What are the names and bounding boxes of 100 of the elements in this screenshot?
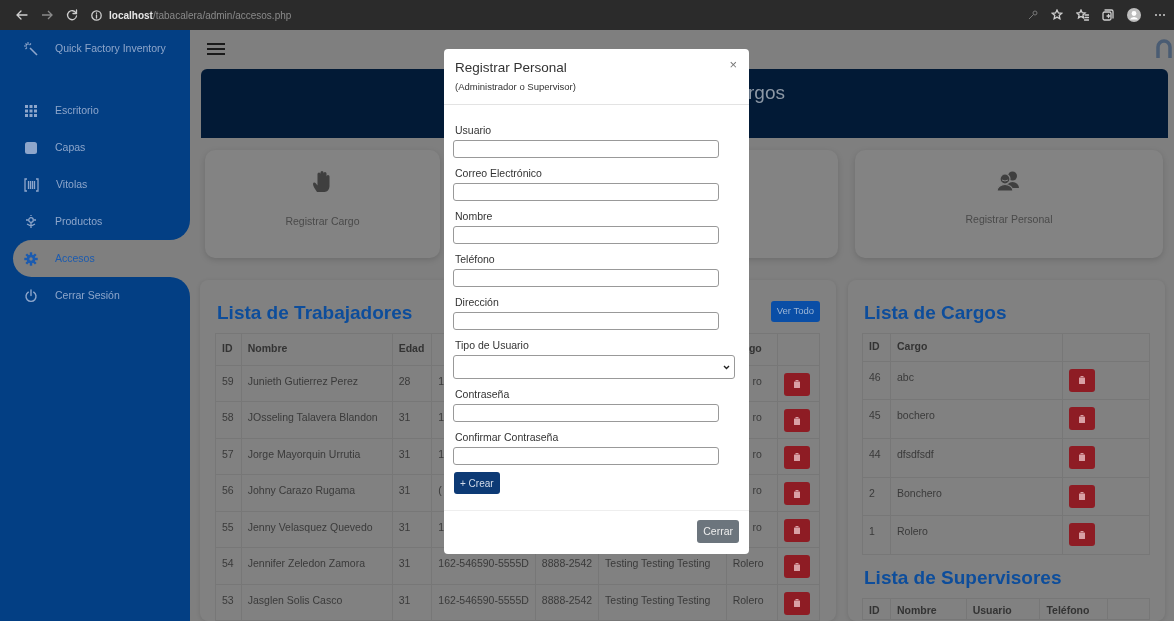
section-title: Lista de Supervisores <box>864 565 1062 590</box>
close-button[interactable]: × <box>726 57 740 73</box>
delete-button[interactable] <box>783 518 810 542</box>
sidebar-item[interactable]: Productos <box>0 203 190 240</box>
trash-icon <box>1079 414 1086 423</box>
input-field[interactable] <box>453 183 719 201</box>
view-all-button[interactable]: Ver Todo <box>770 300 820 322</box>
modal-subtitle: (Administrador o Supervisor) <box>455 80 576 94</box>
dropdown[interactable] <box>453 355 735 379</box>
modal-title: Registrar Personal <box>455 59 567 77</box>
table-cell: 2 <box>862 477 891 516</box>
collections-icon[interactable] <box>1102 9 1114 21</box>
trash-icon <box>1079 376 1086 384</box>
settings-icon <box>24 251 38 266</box>
trash-icon <box>793 380 800 388</box>
table-cell: bochero <box>890 399 1063 439</box>
star-icon[interactable] <box>1051 9 1063 21</box>
table-cell: 56 <box>215 474 242 511</box>
table-cell: 31 <box>392 584 432 621</box>
users-icon <box>996 169 1022 192</box>
delete-button[interactable] <box>783 555 810 578</box>
back-icon[interactable] <box>16 10 28 20</box>
table-cell: Jennifer Zeledon Zamora <box>241 547 393 584</box>
table-cell: 31 <box>392 401 432 438</box>
table-cell: Junieth Gutierrez Perez <box>241 365 393 402</box>
trash-icon <box>793 562 800 571</box>
table-cell: 55 <box>215 511 242 548</box>
table-cell: 31 <box>392 438 432 475</box>
delete-button[interactable] <box>783 482 810 505</box>
input-field[interactable] <box>453 269 719 287</box>
forward-icon[interactable] <box>41 10 53 20</box>
wand-icon <box>24 42 38 56</box>
column-header: Edad <box>392 333 432 365</box>
input-field[interactable] <box>453 312 719 330</box>
delete-button[interactable] <box>1069 523 1096 547</box>
column-header: Cargo <box>890 333 1063 361</box>
power-icon <box>24 288 38 303</box>
sidebar-item[interactable]: Capas <box>0 129 190 166</box>
table-cell: 31 <box>392 547 432 584</box>
table-cell: 57 <box>215 438 242 475</box>
more-icon[interactable] <box>1154 13 1166 17</box>
trash-icon <box>1079 530 1086 539</box>
field-label: Nombre <box>454 209 494 223</box>
create-button[interactable]: + Crear <box>454 472 500 494</box>
table-cell: Rolero <box>726 584 778 621</box>
address-bar[interactable]: localhost/tabacalera/admin/accesos.php <box>109 7 292 23</box>
input-field[interactable] <box>453 447 719 465</box>
delete-button[interactable] <box>1069 407 1096 431</box>
delete-button[interactable] <box>1069 368 1096 392</box>
table-cell: Testing Testing Testing <box>598 584 727 621</box>
table-cell: Rolero <box>890 515 1063 555</box>
field-label: Teléfono <box>454 252 496 266</box>
column-header: ID <box>862 598 891 620</box>
column-header: ID <box>862 333 891 361</box>
card-label: Registrar Personal <box>965 211 1053 227</box>
close-button[interactable]: Cerrar <box>697 520 739 543</box>
delete-button[interactable] <box>783 409 810 432</box>
reload-icon[interactable] <box>66 9 78 21</box>
sidebar-item[interactable]: Cerrar Sesión <box>0 277 190 314</box>
table-cell: Jasglen Solis Casco <box>241 584 393 621</box>
trash-icon <box>793 489 800 498</box>
delete-button[interactable] <box>783 591 810 615</box>
trash-icon <box>793 453 800 461</box>
key-icon[interactable] <box>1028 10 1038 20</box>
favorites-icon[interactable] <box>1076 9 1089 21</box>
column-header: Usuario <box>966 598 1040 620</box>
table-cell: Jorge Mayorquin Urrutia <box>241 438 393 475</box>
delete-button[interactable] <box>783 445 810 469</box>
delete-button[interactable] <box>1069 484 1096 508</box>
info-icon <box>91 9 102 21</box>
table-cell: 59 <box>215 365 242 402</box>
action-card[interactable]: Registrar Cargo <box>205 149 440 258</box>
table-cell: 53 <box>215 584 242 621</box>
section-title: Lista de Cargos <box>864 300 1007 325</box>
delete-button[interactable] <box>783 372 810 396</box>
table-cell: 46 <box>862 361 891 400</box>
action-card[interactable]: Registrar Personal <box>855 149 1163 258</box>
field-label: Usuario <box>454 123 493 137</box>
field-label: Tipo de Usuario <box>454 338 530 352</box>
menu-icon[interactable] <box>207 41 225 56</box>
trash-icon <box>793 416 800 425</box>
profile-icon[interactable] <box>1127 8 1141 22</box>
sprout-icon <box>24 214 38 229</box>
table-cell: 31 <box>392 474 432 511</box>
input-field[interactable] <box>453 404 719 422</box>
table-cell: dfsdfsdf <box>890 438 1063 478</box>
table-cell: Bonchero <box>890 477 1063 516</box>
table-cell: 44 <box>862 438 891 478</box>
table-cell: JOsseling Talavera Blandon <box>241 401 393 438</box>
sidebar-item[interactable]: Vitolas <box>0 166 190 203</box>
field-label: Contraseña <box>454 387 511 401</box>
input-field[interactable] <box>453 140 719 158</box>
delete-button[interactable] <box>1069 445 1096 469</box>
input-field[interactable] <box>453 226 719 244</box>
trash-icon <box>1079 492 1086 501</box>
banner-title: rgos <box>748 81 785 103</box>
table-cell: Johny Carazo Rugama <box>241 474 393 511</box>
grid-icon <box>24 103 38 118</box>
trash-icon <box>793 526 800 534</box>
sidebar-item[interactable]: Escritorio <box>0 92 190 129</box>
